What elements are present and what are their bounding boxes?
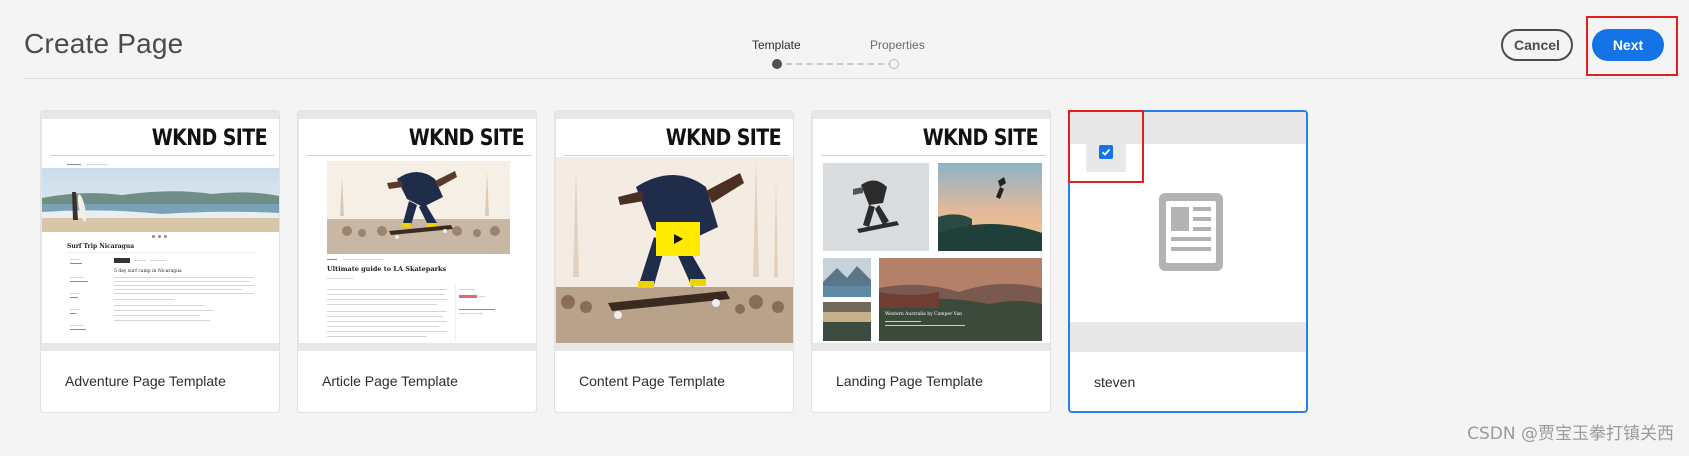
thumb-caption: Western Australia by Camper Van (885, 312, 963, 317)
document-icon (1159, 193, 1223, 271)
template-card-label: Landing Page Template (836, 373, 983, 389)
wizard-stepper: Template Properties (752, 38, 925, 72)
page-title: Create Page (24, 28, 184, 59)
thumb-subheading: 5 day surf camp in Nicaragua (114, 269, 182, 274)
template-card-steven[interactable]: steven (1068, 110, 1308, 413)
watermark: CSDN @贾宝玉拳打镇关西 (1467, 424, 1674, 444)
surf-beach-photo (42, 168, 279, 232)
template-thumbnail: WKND SITE (555, 111, 793, 351)
template-card-adventure[interactable]: WKND SITE Surf Trip Nicaragua 5 day surf… (40, 110, 280, 413)
template-card-article[interactable]: WKND SITE Ultimate guide to LA Skatepark… (297, 110, 537, 413)
template-thumbnail (1070, 112, 1306, 352)
step-properties-dot (889, 59, 899, 69)
thumb-heading: Surf Trip Nicaragua (67, 243, 135, 250)
thumb-divider (307, 155, 532, 156)
template-card-label: Content Page Template (579, 373, 726, 389)
next-button[interactable]: Next (1592, 29, 1664, 61)
cancel-button[interactable]: Cancel (1501, 29, 1573, 61)
template-thumbnail: WKND SITE (41, 111, 279, 351)
thumb-divider (564, 155, 789, 156)
canyon-photo (879, 258, 1042, 341)
template-card-label: steven (1094, 374, 1136, 390)
skateboarder-photo (327, 161, 510, 254)
template-card-landing[interactable]: WKND SITE Western Australia by Camper Va… (811, 110, 1051, 413)
step-template-dot (772, 59, 782, 69)
template-card-content[interactable]: WKND SITE Content Page Template (554, 110, 794, 413)
checkbox-checked (1099, 145, 1113, 159)
thumb-divider (50, 155, 275, 156)
thumb-brand-text: WKND SITE (151, 125, 268, 151)
thumb-brand-text: WKND SITE (408, 125, 525, 151)
lake-dusk-photo (823, 302, 871, 341)
step-connector (776, 63, 894, 65)
thumb-divider (821, 155, 1046, 156)
thumb-brand-text: WKND SITE (922, 125, 1039, 151)
template-thumbnail: WKND SITE (812, 111, 1050, 351)
template-card-label: Article Page Template (322, 373, 458, 389)
checkmark-icon (1101, 148, 1111, 156)
skatepark-sunset-photo (938, 163, 1042, 251)
skate-jump-photo (823, 163, 929, 251)
step-properties-label: Properties (870, 38, 925, 52)
mountain-lake-photo (823, 258, 871, 297)
step-template-label: Template (752, 38, 801, 52)
template-thumbnail: WKND SITE (298, 111, 536, 351)
play-video-button[interactable] (656, 222, 700, 256)
thumb-heading: Ultimate guide to LA Skateparks (327, 265, 447, 273)
play-icon (674, 234, 683, 244)
thumb-brand-text: WKND SITE (665, 125, 782, 151)
select-checkbox[interactable] (1086, 132, 1126, 172)
template-card-label: Adventure Page Template (65, 373, 226, 389)
